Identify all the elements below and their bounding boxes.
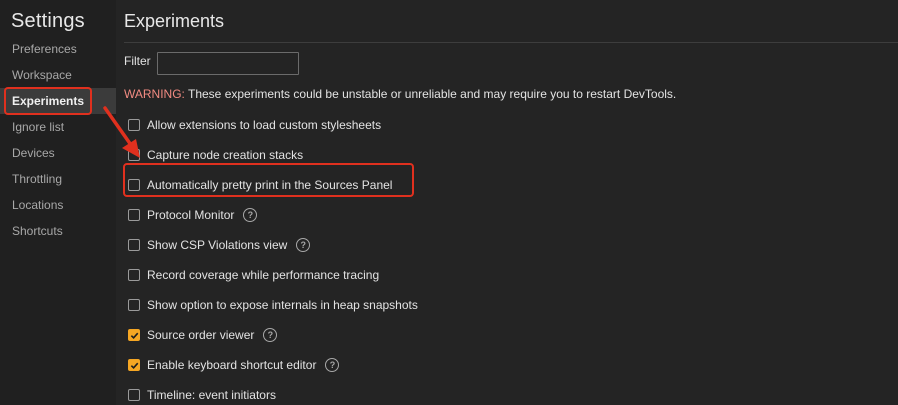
experiment-row-protocol-monitor: Protocol Monitor ? [128,200,418,230]
experiment-row-source-order-viewer: Source order viewer ? [128,320,418,350]
sidebar-item-ignore-list[interactable]: Ignore list [0,114,116,140]
devtools-settings-window: Settings Preferences Workspace Experimen… [0,0,898,405]
filter-input[interactable] [157,52,299,75]
experiment-checkbox[interactable] [128,329,140,341]
sidebar-item-preferences[interactable]: Preferences [0,36,116,62]
warning-text: These experiments could be unstable or u… [184,87,677,101]
sidebar-item-locations[interactable]: Locations [0,192,116,218]
experiment-label[interactable]: Capture node creation stacks [147,148,303,162]
experiment-row-csp-violations: Show CSP Violations view ? [128,230,418,260]
experiment-row-pretty-print: Automatically pretty print in the Source… [128,170,418,200]
experiment-label[interactable]: Record coverage while performance tracin… [147,268,379,282]
sidebar-item-shortcuts[interactable]: Shortcuts [0,218,116,244]
experiment-label[interactable]: Source order viewer [147,328,254,342]
experiments-panel: Experiments Filter WARNING: These experi… [116,0,898,405]
page-title: Experiments [124,11,225,31]
warning-message: WARNING: These experiments could be unst… [124,87,676,101]
experiment-label[interactable]: Timeline: event initiators [147,388,276,402]
sidebar-item-workspace[interactable]: Workspace [0,62,116,88]
help-circle-icon[interactable]: ? [243,208,258,222]
experiment-checkbox[interactable] [128,299,140,311]
experiment-row-custom-stylesheets: Allow extensions to load custom styleshe… [128,110,418,140]
experiment-label[interactable]: Show CSP Violations view [147,238,287,252]
experiment-checkbox[interactable] [128,149,140,161]
sidebar-item-experiments[interactable]: Experiments [0,88,116,114]
experiment-checkbox[interactable] [128,209,140,221]
experiment-checkbox[interactable] [128,239,140,251]
experiment-label[interactable]: Show option to expose internals in heap … [147,298,418,312]
experiment-row-event-initiators: Timeline: event initiators [128,380,418,405]
experiment-label[interactable]: Enable keyboard shortcut editor [147,358,316,372]
experiment-checkbox[interactable] [128,269,140,281]
experiment-checkbox[interactable] [128,119,140,131]
experiment-checkbox[interactable] [128,359,140,371]
experiment-row-node-creation-stacks: Capture node creation stacks [128,140,418,170]
experiment-label[interactable]: Allow extensions to load custom styleshe… [147,118,381,132]
sidebar-title: Settings [11,10,85,32]
sidebar-nav: Preferences Workspace Experiments Ignore… [0,36,116,244]
sidebar-item-throttling[interactable]: Throttling [0,166,116,192]
experiment-checkbox[interactable] [128,389,140,401]
experiment-label[interactable]: Automatically pretty print in the Source… [147,178,392,192]
experiment-row-shortcut-editor: Enable keyboard shortcut editor ? [128,350,418,380]
settings-sidebar: Settings Preferences Workspace Experimen… [0,0,116,405]
experiment-row-heap-internals: Show option to expose internals in heap … [128,290,418,320]
experiment-checkbox[interactable] [128,179,140,191]
warning-label: WARNING: [124,87,185,101]
experiments-list: Allow extensions to load custom styleshe… [128,110,418,405]
filter-label: Filter [124,54,151,68]
title-divider [124,42,898,43]
help-circle-icon[interactable]: ? [263,328,278,342]
sidebar-item-devices[interactable]: Devices [0,140,116,166]
checkmark-icon [130,362,138,369]
experiment-label[interactable]: Protocol Monitor [147,208,234,222]
help-circle-icon[interactable]: ? [296,238,311,252]
experiment-row-record-coverage: Record coverage while performance tracin… [128,260,418,290]
help-circle-icon[interactable]: ? [325,358,340,372]
checkmark-icon [130,332,138,339]
